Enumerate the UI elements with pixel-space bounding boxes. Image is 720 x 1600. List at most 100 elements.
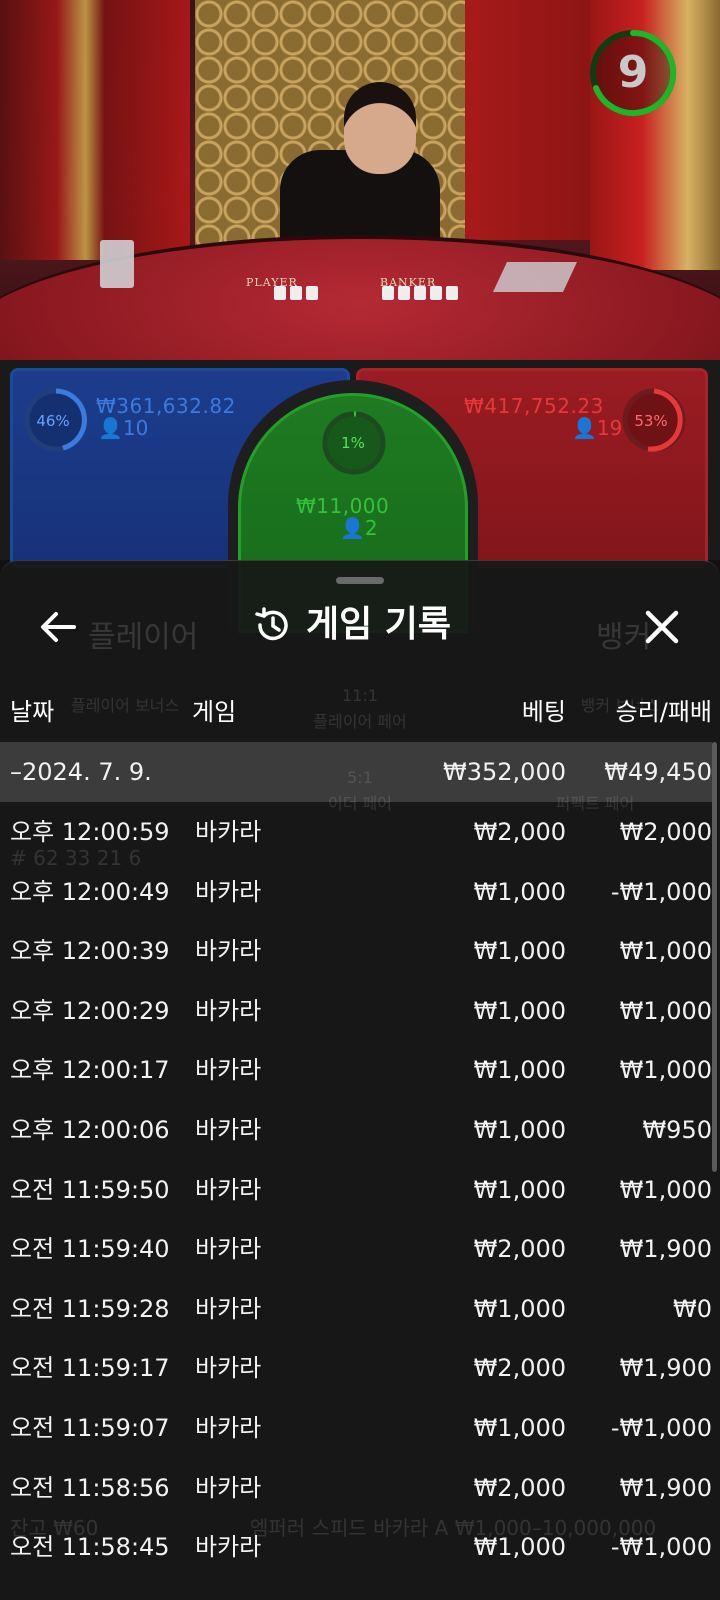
card-shoe [100, 240, 134, 288]
row-result: ₩950 [642, 1115, 712, 1144]
row-bet: ₩1,000 [473, 1413, 566, 1442]
player-percent: 46% [36, 412, 70, 430]
row-time: 오전 11:59:28 [10, 1294, 170, 1323]
history-row[interactable]: 오후 12:00:49 바카라 ₩1,000 -₩1,000 [0, 862, 712, 922]
tie-bettor-count: 👤2 [340, 516, 378, 540]
banker-bettor-count: 👤19 [572, 416, 623, 440]
back-arrow-icon[interactable] [34, 603, 82, 651]
row-bet: ₩1,000 [473, 1056, 566, 1085]
row-time: 오전 11:58:45 [10, 1533, 170, 1562]
row-result: ₩1,000 [619, 1056, 712, 1085]
history-row[interactable]: 오후 12:00:17 바카라 ₩1,000 ₩1,000 [0, 1040, 712, 1100]
row-game: 바카라 [195, 1056, 262, 1085]
playing-card [446, 286, 458, 300]
history-row[interactable]: 오전 11:59:17 바카라 ₩2,000 ₩1,900 [0, 1338, 712, 1398]
wall-decoration-left [0, 0, 190, 260]
history-row[interactable]: 오후 12:00:06 바카라 ₩1,000 ₩950 [0, 1100, 712, 1160]
banker-percent: 53% [634, 412, 668, 430]
row-bet: ₩1,000 [473, 1533, 566, 1562]
row-result: ₩1,000 [619, 1175, 712, 1204]
ghost-player-label: 플레이어 [88, 620, 199, 655]
row-game: 바카라 [195, 1235, 262, 1264]
row-game: 바카라 [195, 1115, 262, 1144]
row-bet: ₩2,000 [473, 818, 566, 846]
row-game: 바카라 [195, 877, 262, 906]
history-row[interactable]: 오후 12:00:39 바카라 ₩1,000 ₩1,000 [0, 921, 712, 981]
person-icon: 👤 [98, 416, 123, 440]
red-pillar [465, 0, 605, 240]
playing-card [382, 286, 394, 300]
row-time: 오전 11:58:56 [10, 1473, 170, 1502]
row-game: 바카라 [195, 1413, 262, 1442]
player-bettor-count: 👤10 [98, 416, 149, 440]
playing-card [274, 286, 286, 300]
row-result: ₩2,000 [619, 818, 712, 846]
close-icon[interactable] [638, 603, 686, 651]
row-game: 바카라 [195, 996, 262, 1025]
sheet-drag-handle[interactable] [336, 577, 384, 584]
row-time: 오후 12:00:06 [10, 1115, 170, 1144]
history-row[interactable]: 오후 12:00:59 바카라 ₩2,000 ₩2,000 [0, 802, 712, 862]
row-result: -₩1,000 [610, 1533, 712, 1562]
row-result: ₩1,900 [619, 1235, 712, 1264]
person-icon: 👤 [340, 516, 365, 540]
row-time: 오후 12:00:59 [10, 818, 170, 846]
row-time: 오후 12:00:17 [10, 1056, 170, 1085]
row-bet: ₩1,000 [473, 1294, 566, 1323]
history-row[interactable]: 오전 11:58:45 바카라 ₩1,000 -₩1,000 [0, 1517, 712, 1577]
row-result: ₩1,900 [619, 1473, 712, 1502]
history-list[interactable]: –2024. 7. 9. ₩352,000 ₩49,450 오후 12:00:5… [0, 742, 712, 1577]
scrollbar[interactable] [712, 742, 717, 1172]
history-row[interactable]: 오전 11:59:07 바카라 ₩1,000 -₩1,000 [0, 1398, 712, 1458]
summary-date: –2024. 7. 9. [10, 758, 152, 786]
tie-bet-amount: ₩11,000 [296, 494, 390, 518]
ghost-player-bonus: 플레이어 보너스 [70, 696, 180, 715]
row-time: 오후 12:00:39 [10, 937, 170, 966]
row-game: 바카라 [195, 1175, 262, 1204]
row-game: 바카라 [195, 1533, 262, 1562]
row-bet: ₩2,000 [473, 1235, 566, 1264]
history-row[interactable]: 오전 11:59:28 바카라 ₩1,000 ₩0 [0, 1279, 712, 1339]
history-icon [255, 607, 288, 641]
row-bet: ₩1,000 [473, 877, 566, 906]
column-header-game: 게임 [192, 698, 237, 726]
column-header-bet: 베팅 [521, 698, 566, 726]
row-time: 오후 12:00:49 [10, 877, 170, 906]
history-row[interactable]: 오전 11:59:40 바카라 ₩2,000 ₩1,900 [0, 1219, 712, 1279]
sheet-title: 게임 기록 [306, 604, 452, 645]
row-result: ₩1,000 [619, 937, 712, 966]
row-result: -₩1,000 [610, 877, 712, 906]
row-game: 바카라 [195, 1294, 262, 1323]
playing-card [290, 286, 302, 300]
dealer-head [344, 82, 416, 174]
history-row[interactable]: 오전 11:59:50 바카라 ₩1,000 ₩1,000 [0, 1160, 712, 1220]
column-header-date: 날짜 [10, 698, 55, 726]
history-row[interactable]: 오전 11:58:56 바카라 ₩2,000 ₩1,900 [0, 1458, 712, 1518]
row-bet: ₩2,000 [473, 1473, 566, 1502]
row-bet: ₩2,000 [473, 1354, 566, 1383]
row-time: 오전 11:59:17 [10, 1354, 170, 1383]
row-bet: ₩1,000 [473, 937, 566, 966]
summary-result: ₩49,450 [604, 758, 712, 786]
history-row[interactable]: 오후 12:00:29 바카라 ₩1,000 ₩1,000 [0, 981, 712, 1041]
row-bet: ₩1,000 [473, 996, 566, 1025]
row-game: 바카라 [195, 937, 262, 966]
row-time: 오전 11:59:40 [10, 1235, 170, 1264]
row-time: 오후 12:00:29 [10, 996, 170, 1025]
playing-card [398, 286, 410, 300]
row-bet: ₩1,000 [473, 1175, 566, 1204]
playing-card [430, 286, 442, 300]
ghost-player-pair-ratio: 11:1 [342, 686, 378, 705]
summary-bet: ₩352,000 [443, 758, 566, 786]
tie-percent: 1% [341, 434, 365, 452]
date-summary-row[interactable]: –2024. 7. 9. ₩352,000 ₩49,450 [0, 742, 712, 802]
row-time: 오전 11:59:50 [10, 1175, 170, 1204]
banker-bet-amount: ₩417,752.23 [464, 394, 604, 418]
row-result: ₩0 [673, 1294, 712, 1323]
row-result: -₩1,000 [610, 1413, 712, 1442]
playing-card [414, 286, 426, 300]
row-game: 바카라 [195, 1473, 262, 1502]
playing-card [306, 286, 318, 300]
countdown-timer-value: 9 [617, 47, 649, 98]
player-bet-amount: ₩361,632.82 [96, 394, 236, 418]
